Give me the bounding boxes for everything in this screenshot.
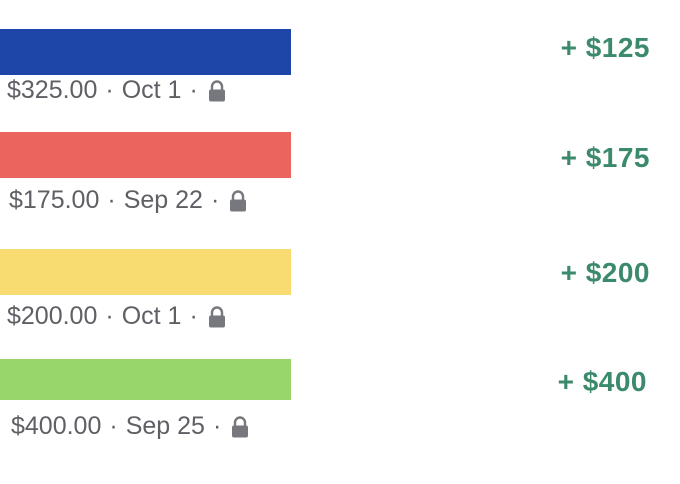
item-total: $325.00 bbox=[7, 76, 98, 104]
item-date: Oct 1 bbox=[121, 302, 182, 330]
item-total: $175.00 bbox=[9, 186, 100, 214]
item-meta: $175.00 · Sep 22 · bbox=[9, 186, 247, 215]
separator: · bbox=[109, 412, 118, 440]
amount-change: + $175 bbox=[560, 142, 650, 173]
color-bar bbox=[0, 132, 291, 178]
amount-change: + $200 bbox=[560, 257, 650, 288]
item-date: Sep 22 bbox=[123, 186, 203, 214]
item-meta: $200.00 · Oct 1 · bbox=[7, 302, 226, 331]
list-item[interactable]: $325.00 · Oct 1 · + $125 bbox=[0, 0, 680, 110]
item-date: Oct 1 bbox=[121, 76, 182, 104]
color-bar bbox=[0, 359, 291, 400]
color-bar bbox=[0, 29, 291, 75]
separator: · bbox=[210, 186, 220, 214]
lock-icon bbox=[208, 305, 226, 328]
item-date: Sep 25 bbox=[125, 412, 205, 440]
amount-change: + $400 bbox=[557, 366, 647, 397]
item-meta: $400.00 · Sep 25 · bbox=[11, 412, 249, 441]
separator: · bbox=[105, 76, 114, 104]
lock-icon bbox=[231, 415, 249, 438]
lock-icon bbox=[208, 79, 226, 102]
list-item[interactable]: $200.00 · Oct 1 · + $200 bbox=[0, 220, 680, 340]
lock-icon bbox=[229, 189, 247, 212]
item-meta: $325.00 · Oct 1 · bbox=[7, 76, 226, 105]
separator: · bbox=[212, 412, 222, 440]
separator: · bbox=[107, 186, 116, 214]
separator: · bbox=[105, 302, 114, 330]
separator: · bbox=[189, 76, 198, 104]
list-item[interactable]: $175.00 · Sep 22 · + $175 bbox=[0, 110, 680, 220]
item-total: $400.00 bbox=[11, 412, 102, 440]
list-item[interactable]: $400.00 · Sep 25 · + $400 bbox=[0, 340, 680, 460]
amount-change: + $125 bbox=[560, 32, 650, 63]
item-total: $200.00 bbox=[7, 302, 98, 330]
color-bar bbox=[0, 249, 291, 295]
separator: · bbox=[189, 302, 198, 330]
